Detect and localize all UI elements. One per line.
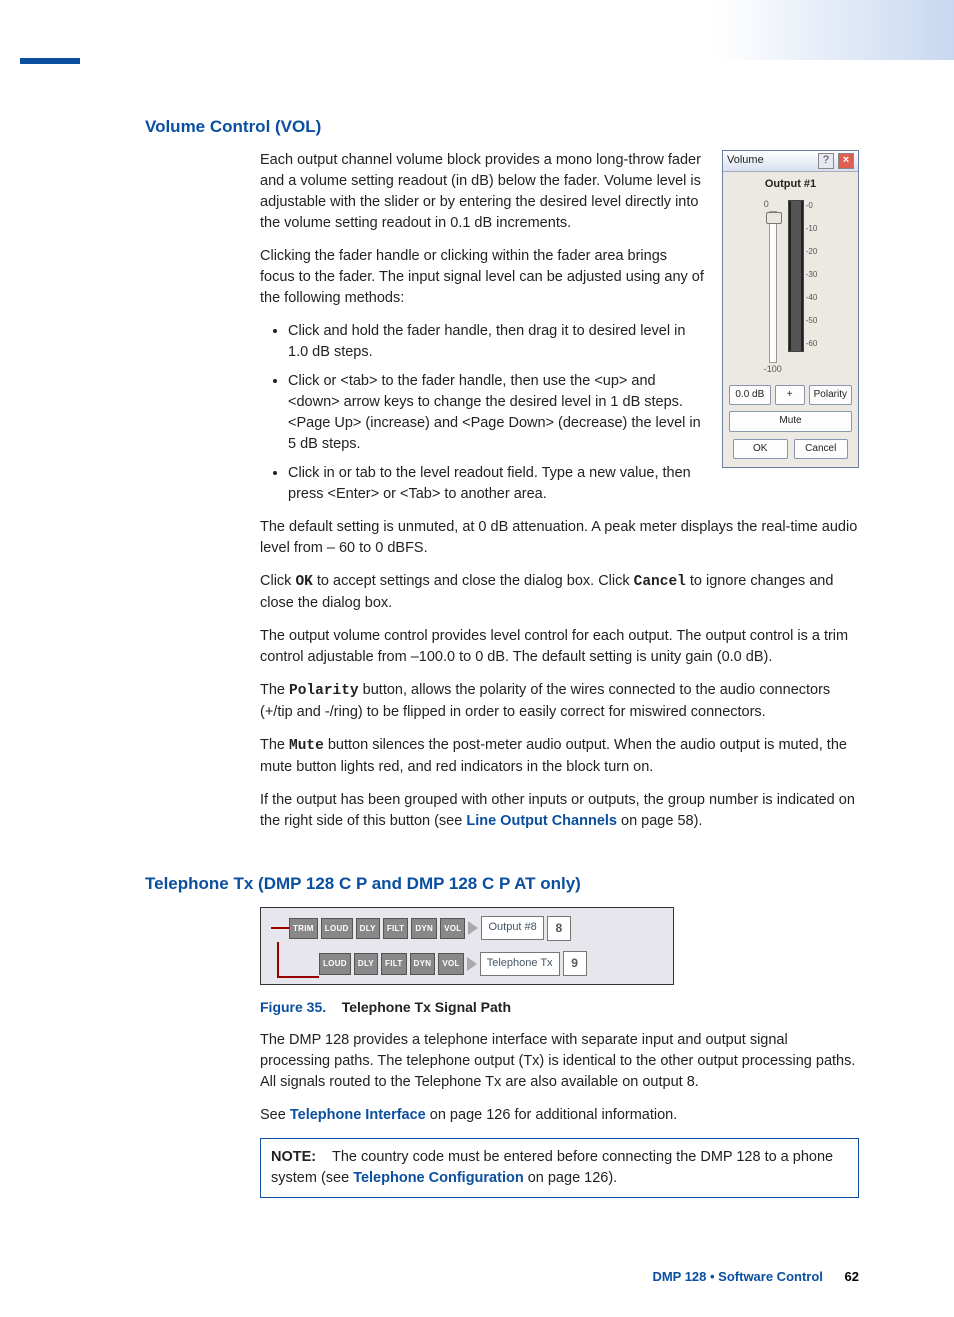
list-item: Click in or tab to the level readout fie…: [288, 463, 859, 505]
signal-row-output8: TRIM LOUD DLY FILT DYN VOL Output #8 8: [289, 916, 571, 941]
mute-button[interactable]: Mute: [729, 411, 852, 432]
sig-block[interactable]: DYN: [410, 953, 436, 975]
db-readout[interactable]: 0.0 dB: [729, 385, 771, 406]
polarity-text: Polarity: [289, 683, 359, 699]
link-telephone-interface[interactable]: Telephone Interface: [290, 1107, 426, 1123]
footer-page-number: 62: [845, 1269, 859, 1284]
help-icon[interactable]: ?: [818, 153, 834, 169]
figure-caption: Figure 35. Telephone Tx Signal Path: [260, 997, 859, 1017]
cancel-button[interactable]: Cancel: [794, 439, 849, 460]
header-accent: [20, 58, 80, 64]
signal-path-figure: TRIM LOUD DLY FILT DYN VOL Output #8 8: [260, 907, 674, 986]
para: The Polarity button, allows the polarity…: [260, 680, 859, 723]
para: See Telephone Interface on page 126 for …: [260, 1105, 859, 1126]
polarity-plus-button[interactable]: +: [775, 385, 805, 406]
para: If the output has been grouped with othe…: [260, 790, 859, 832]
footer-text: DMP 128 • Software Control: [652, 1269, 822, 1284]
ok-button[interactable]: OK: [733, 439, 788, 460]
output-label[interactable]: Output #8: [481, 916, 543, 940]
volume-dialog: Volume ? × Output #1 0 -100: [722, 150, 859, 469]
slider-thumb[interactable]: [766, 212, 782, 224]
polarity-button[interactable]: Polarity: [809, 385, 852, 406]
para: Click OK to accept settings and close th…: [260, 571, 859, 614]
volume-slider[interactable]: [769, 211, 777, 363]
sig-block[interactable]: TRIM: [289, 918, 318, 940]
output-number: 8: [547, 916, 571, 941]
figure-title: Telephone Tx Signal Path: [342, 999, 511, 1015]
section-title-vol: Volume Control (VOL): [145, 115, 859, 140]
slider-top-label: 0: [764, 198, 769, 211]
para: The output volume control provides level…: [260, 626, 859, 668]
sig-block[interactable]: FILT: [383, 918, 409, 940]
section-title-telephone: Telephone Tx (DMP 128 C P and DMP 128 C …: [145, 872, 859, 897]
sig-block[interactable]: DLY: [356, 918, 380, 940]
para: The Mute button silences the post-meter …: [260, 735, 859, 778]
note-label: NOTE:: [271, 1149, 316, 1165]
output-label[interactable]: Telephone Tx: [480, 952, 560, 976]
note-box: NOTE: The country code must be entered b…: [260, 1138, 859, 1198]
sig-block[interactable]: LOUD: [319, 953, 351, 975]
slider-bottom-label: -100: [764, 363, 782, 376]
link-line-output[interactable]: Line Output Channels: [466, 813, 617, 829]
para: The DMP 128 provides a telephone interfa…: [260, 1030, 859, 1093]
signal-lead: [271, 927, 289, 929]
sig-block[interactable]: VOL: [440, 918, 465, 940]
mute-text: Mute: [289, 738, 324, 754]
sig-block[interactable]: VOL: [438, 953, 463, 975]
ok-text: OK: [295, 574, 312, 590]
close-icon[interactable]: ×: [838, 153, 854, 169]
figure-number: Figure 35.: [260, 999, 326, 1015]
sig-block[interactable]: LOUD: [321, 918, 353, 940]
volume-dialog-title: Volume: [727, 153, 764, 169]
sig-block[interactable]: DYN: [411, 918, 437, 940]
sig-block[interactable]: DLY: [354, 953, 378, 975]
volume-dialog-titlebar: Volume ? ×: [723, 151, 858, 172]
signal-row-telephone: LOUD DLY FILT DYN VOL Telephone Tx 9: [319, 951, 587, 976]
page-header-bar: [0, 0, 954, 60]
meter-ticks: -0 -10 -20 -30 -40 -50 -60: [806, 200, 818, 350]
arrow-icon: [467, 957, 477, 971]
para: The default setting is unmuted, at 0 dB …: [260, 517, 859, 559]
peak-meter: [788, 200, 804, 352]
arrow-icon: [468, 921, 478, 935]
volume-output-label: Output #1: [723, 172, 858, 196]
output-number: 9: [563, 951, 587, 976]
link-telephone-config[interactable]: Telephone Configuration: [353, 1170, 524, 1186]
page-footer: DMP 128 • Software Control 62: [0, 1238, 954, 1317]
cancel-text: Cancel: [634, 574, 686, 590]
sig-block[interactable]: FILT: [381, 953, 407, 975]
